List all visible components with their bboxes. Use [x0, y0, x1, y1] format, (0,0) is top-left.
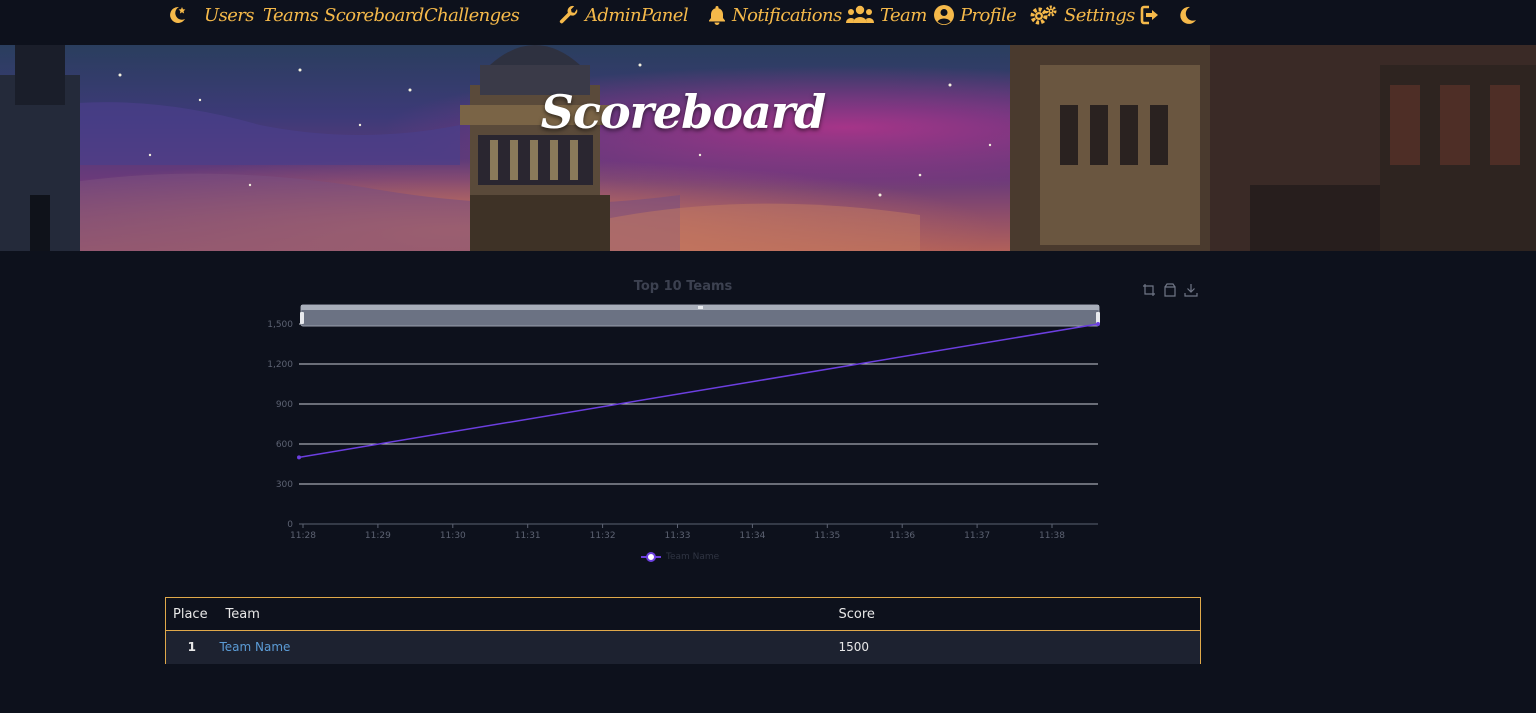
logo-link[interactable]	[166, 2, 193, 28]
row-place: 1	[187, 640, 196, 655]
hero-banner: Scoreboard	[0, 45, 1536, 251]
y-tick-label: 1,500	[267, 320, 293, 330]
x-tick-label: 11:36	[889, 531, 915, 541]
y-tick-label: 300	[276, 480, 293, 490]
row-team: Team Name	[218, 631, 839, 664]
download-icon[interactable]	[1183, 282, 1198, 297]
zoom-reset-icon[interactable]	[1162, 282, 1177, 297]
x-tick-label: 11:30	[440, 531, 466, 541]
chart-toolbox	[1141, 282, 1198, 297]
x-tick-label: 11:35	[814, 531, 840, 541]
y-tick-label: 900	[276, 400, 293, 410]
nav-settings[interactable]: Settings	[1029, 2, 1135, 28]
x-tick-label: 11:34	[739, 531, 765, 541]
nav-challenges[interactable]: Challenges	[424, 2, 520, 28]
y-tick-label: 0	[287, 520, 293, 530]
line-chart: 0 300 600 900 1,200 1,500 11:28 11:29 11:30 11:3…	[267, 304, 1100, 541]
chart-title: Top 10 Teams	[633, 279, 733, 294]
zoom-icon[interactable]	[1141, 282, 1156, 297]
x-tick-label: 11:29	[365, 531, 391, 541]
table-header-row: Place Team Score	[165, 597, 1201, 631]
x-tick-label: 11:33	[665, 531, 691, 541]
sign-out-icon	[1140, 4, 1164, 26]
logout-link[interactable]	[1140, 2, 1169, 28]
datazoom-slider[interactable]	[300, 304, 1100, 327]
header-place: Place	[173, 606, 208, 622]
bell-icon	[707, 4, 727, 26]
series-layer	[297, 322, 1100, 460]
data-point	[1096, 322, 1100, 326]
wrench-icon	[558, 4, 580, 26]
nav-profile[interactable]: Profile	[933, 2, 1017, 28]
nav-users[interactable]: Users	[204, 2, 255, 28]
row-score: 1500	[838, 640, 870, 655]
top-teams-chart: 0 300 600 900 1,200 1,500 11:28 11:29 11:30 11:3…	[0, 270, 1536, 580]
x-tick-label: 11:38	[1039, 531, 1065, 541]
team-link[interactable]: Team Name	[220, 640, 291, 654]
x-axis-ticks: 11:28 11:29 11:30 11:31 11:32 11:33 11:34 11:35…	[290, 524, 1065, 541]
y-tick-label: 1,200	[267, 360, 293, 370]
scoreboard-table: Place Team Score 1 Team Name 1500	[165, 597, 1201, 664]
nav-scoreboard[interactable]: Scoreboard	[324, 2, 424, 28]
page-title: Scoreboard	[540, 85, 826, 139]
header-team: Team	[225, 606, 260, 622]
moon-icon	[1176, 4, 1198, 26]
header-score: Score	[838, 606, 875, 622]
cogs-icon	[1029, 4, 1059, 26]
nav-team[interactable]: Team	[845, 2, 927, 28]
x-tick-label: 11:37	[964, 531, 990, 541]
datazoom-grip	[698, 306, 703, 309]
data-point	[297, 455, 301, 460]
users-icon	[845, 4, 875, 26]
legend-marker	[641, 552, 661, 562]
datazoom-left-handle	[300, 312, 304, 324]
nav-adminpanel[interactable]: AdminPanel	[558, 2, 689, 28]
y-axis-ticks: 0 300 600 900 1,200 1,500	[267, 320, 293, 530]
crescent-star-logo-icon	[166, 4, 188, 26]
table-row: 1 Team Name 1500	[165, 630, 1201, 664]
gridlines	[299, 323, 1098, 525]
legend-label: Team Name	[666, 552, 720, 562]
y-tick-label: 600	[276, 440, 293, 450]
top-navbar: Users Teams Scoreboard Challenges AdminP…	[0, 0, 1536, 45]
x-tick-label: 11:28	[290, 531, 316, 541]
x-tick-label: 11:31	[515, 531, 541, 541]
series-line	[298, 323, 1099, 459]
night-city-banner-image	[0, 45, 1536, 251]
user-circle-icon	[933, 4, 955, 26]
chart-legend[interactable]: Team Name	[640, 551, 719, 563]
nav-teams[interactable]: Teams	[263, 2, 319, 28]
nav-notifications[interactable]: Notifications	[707, 2, 842, 28]
theme-toggle[interactable]	[1176, 2, 1203, 28]
x-tick-label: 11:32	[590, 531, 616, 541]
